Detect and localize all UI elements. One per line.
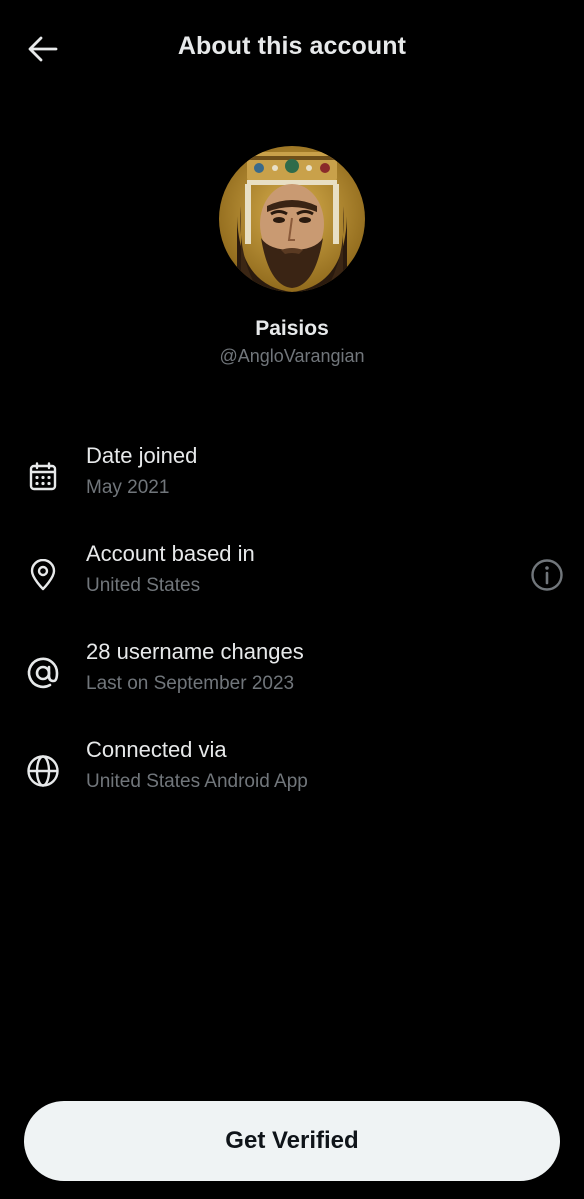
display-name: Paisios	[255, 317, 329, 340]
globe-icon	[23, 751, 63, 791]
info-icon	[531, 559, 563, 591]
at-sign-icon	[23, 653, 63, 693]
date-joined-row: Date joined May 2021	[0, 443, 584, 519]
location-pin-icon	[23, 555, 63, 595]
username-changes-row: 28 username changes Last on September 20…	[0, 639, 584, 715]
row-subtitle: Last on September 2023	[86, 673, 295, 694]
row-subtitle: United States	[86, 575, 201, 596]
page-title: About this account	[177, 32, 407, 60]
connected-via-row: Connected via United States Android App	[0, 737, 584, 813]
avatar[interactable]	[219, 146, 365, 292]
row-subtitle: May 2021	[86, 477, 170, 498]
account-based-in-row: Account based in United States	[0, 541, 584, 617]
row-title: Account based in	[86, 541, 255, 566]
row-subtitle: United States Android App	[86, 771, 308, 792]
user-handle: @AngloVarangian	[219, 346, 365, 366]
top-bar: About this account	[0, 0, 584, 98]
info-button[interactable]	[527, 555, 567, 595]
row-title: Date joined	[86, 443, 198, 468]
row-title: 28 username changes	[86, 639, 304, 664]
row-title: Connected via	[86, 737, 227, 762]
calendar-icon	[23, 457, 63, 497]
get-verified-button[interactable]: Get Verified	[24, 1101, 560, 1181]
about-account-screen: About this account Paisios @AngloVarangi…	[0, 0, 584, 1199]
